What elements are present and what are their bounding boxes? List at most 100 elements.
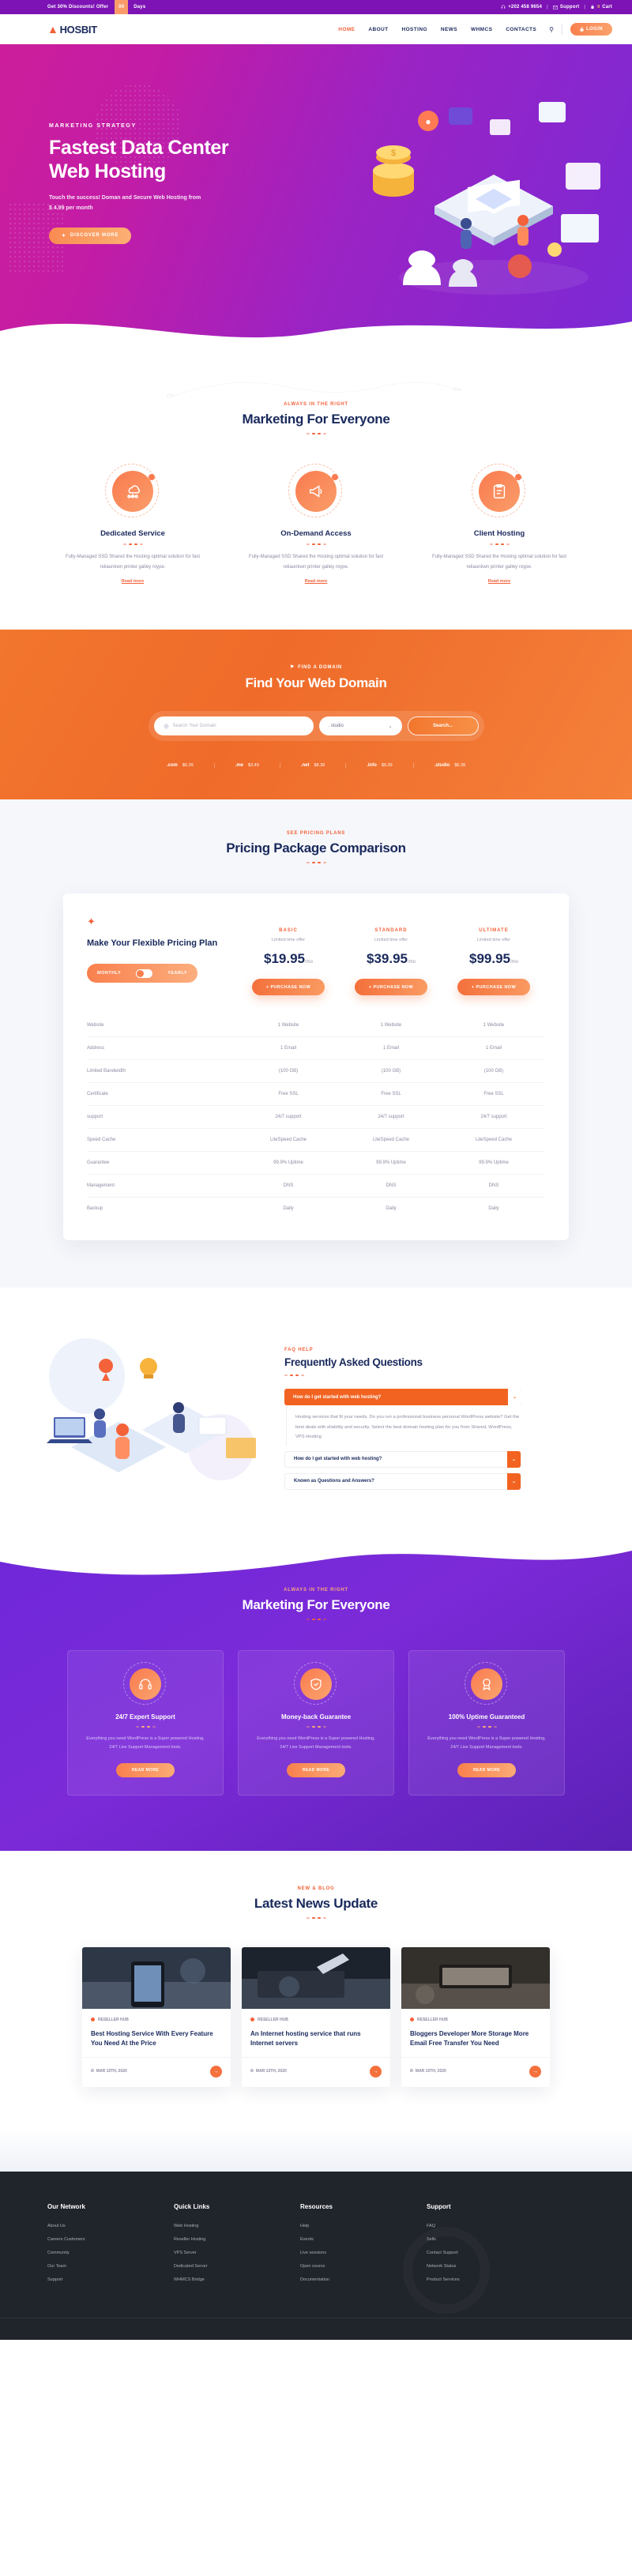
nav-item-contacts[interactable]: CONTACTS: [506, 27, 536, 32]
blog-post-title[interactable]: Bloggers Developer More Storage More Ema…: [410, 2029, 541, 2048]
footer-link[interactable]: Dedicated Server: [174, 2264, 300, 2269]
tld-price-item: .studio $6.39: [414, 763, 486, 768]
billing-period-toggle[interactable]: MONTHLY YEARLY: [87, 964, 198, 983]
blog-read-arrow-icon[interactable]: →: [370, 2065, 382, 2078]
blog-card-2[interactable]: RESELLER HUB An Internet hosting service…: [242, 1946, 390, 2087]
blog-photo-1: [82, 1946, 231, 2009]
feature-value: DNS: [340, 1174, 442, 1198]
site-logo[interactable]: ▲ HOSBIT: [47, 23, 97, 36]
support-group[interactable]: Support: [553, 5, 579, 9]
footer-link[interactable]: Documentation: [300, 2277, 427, 2282]
nav-item-home[interactable]: HOME: [338, 27, 355, 32]
blog-image: [242, 1946, 390, 2009]
service-card-dedicated[interactable]: Dedicated Service Fully-Managed SSD Shar…: [58, 464, 208, 586]
footer-link[interactable]: About Us: [47, 2224, 174, 2228]
footer-link[interactable]: Community: [47, 2251, 174, 2255]
chevron-down-icon: ⌄: [388, 724, 393, 729]
feature-read-more-button[interactable]: READ MORE: [287, 1762, 345, 1777]
footer-link[interactable]: Reseller Hosting: [174, 2237, 300, 2242]
footer-link[interactable]: Support: [47, 2277, 174, 2282]
separator-2: |: [584, 5, 586, 9]
blog-card-1[interactable]: RESELLER HUB Best Hosting Service With E…: [82, 1946, 231, 2087]
tld-price: $3.49: [248, 763, 259, 769]
table-row: Speed Cache LiteSpeed Cache LiteSpeed Cach…: [87, 1128, 545, 1153]
tld-price-list: .com $6.39 .me $3.49 .net $8.39 .info $6…: [0, 763, 632, 769]
tld-price-item: .me $3.49: [215, 763, 280, 769]
features-section: ALWAYS IN THE RIGHT Marketing For Everyo…: [0, 1537, 632, 1851]
plan-period: /mo: [407, 960, 416, 965]
footer-link[interactable]: Help: [300, 2224, 427, 2228]
tld-price: $6.39: [182, 763, 194, 769]
feature-card-moneyback[interactable]: Money-back Guarantee Everything you need…: [238, 1649, 394, 1796]
blog-card-3[interactable]: RESELLER HUB Bloggers Developer More Sto…: [401, 1946, 550, 2087]
tld-select[interactable]: . studio ⌄: [318, 716, 402, 736]
blog-post-title[interactable]: An Internet hosting service that runs In…: [250, 2029, 382, 2048]
service-desc: Fully-Managed SSD Shared the Hosting opt…: [65, 555, 201, 570]
blog-post-title[interactable]: Best Hosting Service With Every Feature …: [91, 2029, 222, 2048]
countdown-days-label: Days: [134, 5, 146, 9]
plan-purchase-button[interactable]: + PURCHASE NOW: [355, 979, 427, 996]
footer-link[interactable]: VPS Server: [174, 2251, 300, 2255]
nav-item-about[interactable]: ABOUT: [368, 27, 388, 32]
plan-price: $39.95: [366, 951, 408, 967]
plan-purchase-button[interactable]: + PURCHASE NOW: [252, 979, 325, 996]
cart-icon: [591, 5, 594, 9]
feature-card-uptime[interactable]: 100% Uptime Guaranteed Everything you ne…: [408, 1649, 565, 1796]
service-card-ondemand[interactable]: On-Demand Access Fully-Managed SSD Share…: [241, 464, 391, 586]
features-eyebrow: ALWAYS IN THE RIGHT: [284, 1587, 348, 1593]
service-read-more-link[interactable]: Read more: [122, 579, 144, 584]
chevron-down-icon[interactable]: ⌄: [508, 1389, 521, 1406]
footer-link[interactable]: Careers Customers: [47, 2237, 174, 2242]
tld-price: $6.39: [454, 763, 466, 769]
login-button[interactable]: LOGIN: [570, 23, 612, 36]
faq-eyebrow: FAQ HELP: [284, 1348, 314, 1353]
service-title: Dedicated Service: [100, 529, 165, 538]
nav-item-hosting[interactable]: HOSTING: [402, 27, 427, 32]
offer-group: Get 30% Discounts! Offer 00 Days: [47, 0, 145, 14]
footer-link[interactable]: Live sessions: [300, 2251, 427, 2255]
hero-title-line-1: Fastest Data Center: [49, 137, 229, 159]
domain-search-button[interactable]: Search...: [407, 716, 479, 736]
footer-link[interactable]: FAQ: [427, 2224, 553, 2228]
blog-photo-3: [401, 1946, 550, 2009]
feature-card-support[interactable]: 24/7 Expert Support Everything you need …: [67, 1649, 224, 1796]
footer-link[interactable]: Network Status: [427, 2264, 553, 2269]
discover-more-button[interactable]: ✦ DISCOVER MORE: [49, 227, 132, 244]
cart-group[interactable]: 0 Cart: [590, 5, 612, 9]
toggle-knob[interactable]: [136, 968, 153, 978]
features-list: 24/7 Expert Support Everything you need …: [0, 1649, 632, 1796]
blog-read-arrow-icon[interactable]: →: [529, 2065, 541, 2078]
search-icon[interactable]: ⚲: [549, 26, 554, 33]
feature-read-more-button[interactable]: READ MORE: [457, 1762, 516, 1777]
service-card-client[interactable]: Client Hosting Fully-Managed SSD Shared …: [424, 464, 574, 586]
faq-question-button[interactable]: Known as Questions and Answers? ⌄: [284, 1472, 521, 1490]
domain-search-input[interactable]: Search Your Domain: [153, 716, 314, 736]
footer-link[interactable]: Events: [300, 2237, 427, 2242]
faq-question-button[interactable]: How do I get started with web hosting? ⌄: [284, 1450, 521, 1468]
blog-tag: RESELLER HUB: [250, 2018, 382, 2022]
feature-value: 1 Website: [442, 1014, 545, 1038]
footer-link[interactable]: Our Team: [47, 2264, 174, 2269]
dashed-ring: [465, 1661, 507, 1705]
footer-link[interactable]: Sells: [427, 2237, 553, 2242]
footer-link[interactable]: Open source: [300, 2264, 427, 2269]
footer-link[interactable]: Contact Support: [427, 2251, 553, 2255]
service-read-more-link[interactable]: Read more: [305, 579, 327, 584]
blog-body: RESELLER HUB Bloggers Developer More Sto…: [401, 2009, 550, 2048]
service-read-more-link[interactable]: Read more: [488, 579, 510, 584]
nav-item-whmcs[interactable]: WHMCS: [471, 27, 492, 32]
footer-col-support: Support FAQ Sells Contact Support Networ…: [427, 2203, 553, 2291]
chevron-down-icon[interactable]: ⌄: [507, 1450, 521, 1468]
phone-group[interactable]: +202 458 9654: [501, 5, 542, 9]
faq-accordion: How do I get started with web hosting? ⌄…: [284, 1389, 521, 1490]
nav-item-news[interactable]: NEWS: [441, 27, 457, 32]
blog-read-arrow-icon[interactable]: →: [210, 2065, 222, 2078]
footer-link[interactable]: Web Hosting: [174, 2224, 300, 2228]
footer-link[interactable]: WHMCS Bridge: [174, 2277, 300, 2282]
pricing-head-row: ✦ Make Your Flexible Pricing Plan MONTHL…: [87, 916, 545, 996]
chevron-down-icon[interactable]: ⌄: [507, 1472, 521, 1490]
faq-question-button[interactable]: How do I get started with web hosting? ⌄: [284, 1389, 521, 1406]
plan-purchase-button[interactable]: + PURCHASE NOW: [457, 979, 530, 996]
feature-read-more-button[interactable]: READ MORE: [116, 1762, 175, 1777]
footer-link[interactable]: Product Services: [427, 2277, 553, 2282]
